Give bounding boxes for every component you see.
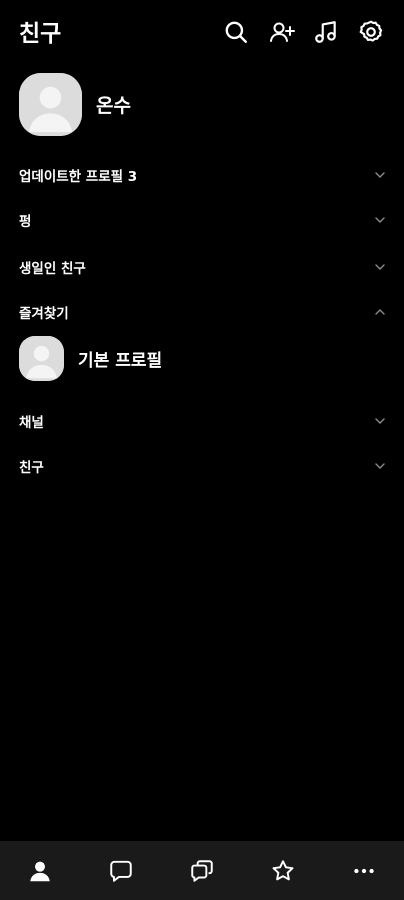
settings-icon[interactable]: [357, 18, 385, 46]
section-label: 즐겨찾기: [19, 306, 69, 322]
page-title: 친구: [19, 21, 62, 47]
nav-open-chat[interactable]: [172, 846, 232, 896]
section-label: 생일인 친구: [19, 261, 86, 277]
open-chat-icon: [191, 859, 213, 882]
chat-icon: [110, 860, 132, 882]
chevron-down-icon[interactable]: [373, 459, 387, 473]
section-pung[interactable]: 펑: [19, 208, 389, 232]
avatar[interactable]: [19, 72, 82, 136]
star-icon: [272, 859, 294, 880]
list-item[interactable]: 기본 프로필: [19, 335, 389, 381]
section-label: 펑: [19, 214, 32, 230]
section-label: 친구: [19, 460, 44, 476]
section-label: 업데이트한 프로필 3: [19, 169, 138, 185]
avatar[interactable]: [19, 335, 64, 381]
nav-friends[interactable]: [10, 846, 70, 896]
default-avatar-icon: [19, 72, 82, 136]
more-icon: [353, 868, 374, 873]
default-avatar-icon: [19, 335, 64, 381]
chevron-up-icon[interactable]: [373, 305, 387, 319]
nav-chats[interactable]: [91, 846, 151, 896]
chevron-down-icon[interactable]: [373, 168, 387, 182]
my-profile-name: 온수: [96, 94, 131, 117]
add-friend-icon[interactable]: [268, 18, 296, 46]
my-profile[interactable]: 온수: [19, 72, 389, 136]
bottom-nav: [0, 841, 404, 900]
section-label: 채널: [19, 415, 44, 431]
chevron-down-icon[interactable]: [373, 213, 387, 227]
friend-name: 기본 프로필: [78, 350, 163, 371]
section-channels[interactable]: 채널: [19, 409, 389, 433]
chevron-down-icon[interactable]: [373, 260, 387, 274]
nav-more[interactable]: [334, 846, 394, 896]
section-friends[interactable]: 친구: [19, 454, 389, 478]
nav-view[interactable]: [253, 846, 313, 896]
header: 친구: [0, 0, 404, 64]
section-updated-profiles[interactable]: 업데이트한 프로필 3: [19, 163, 389, 187]
section-birthday-friends[interactable]: 생일인 친구: [19, 255, 389, 279]
chevron-down-icon[interactable]: [373, 414, 387, 428]
section-favorites[interactable]: 즐겨찾기: [19, 300, 389, 324]
music-icon[interactable]: [312, 18, 340, 46]
search-icon[interactable]: [222, 18, 250, 46]
friends-icon: [30, 861, 51, 881]
